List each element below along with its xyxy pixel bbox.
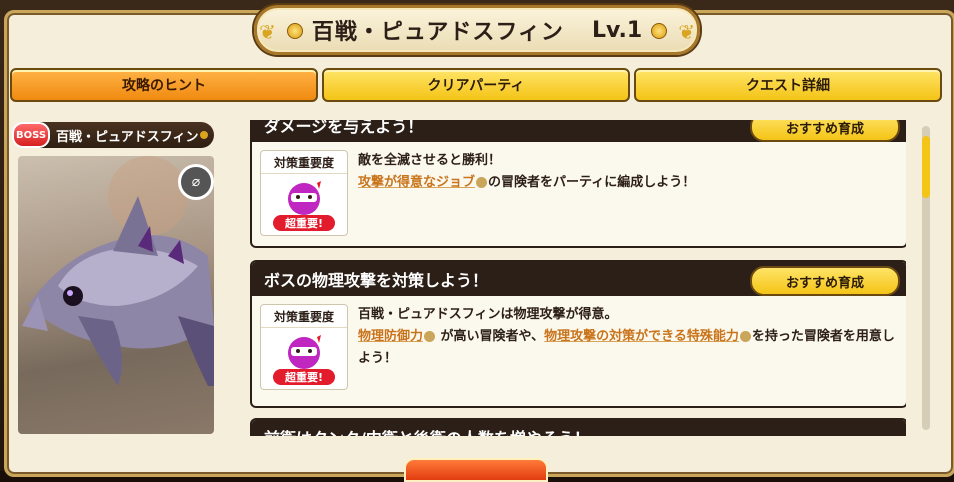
hint-text: 敵を全滅させると勝利！ 攻撃が得意なジョブ の冒険者をパーティに編成しよう！ xyxy=(358,150,896,194)
boss-name: 百戦・ピュアドスフィン xyxy=(56,129,199,145)
hint-line: 敵を全滅させると勝利！ xyxy=(358,153,502,168)
priority-box: 対策重要度 超重要! xyxy=(260,150,348,236)
title-bar: ❦ 百戦・ピュアドスフィン Lv.1 ❦ xyxy=(225,4,729,56)
boss-name-plate: BOSS 百戦・ピュアドスフィン xyxy=(12,122,214,148)
boss-title: 百戦・ピュアドスフィン xyxy=(311,20,564,45)
scrollbar-thumb[interactable] xyxy=(922,136,930,198)
hint-list[interactable]: ダメージを与えよう！ おすすめ育成 対策重要度 超重要! 敵を全滅させると勝利！ xyxy=(250,120,906,436)
shark-boss-illustration xyxy=(22,156,214,386)
hint-card: 前衛はタンク/中衛と後衛の人数を増やそう！ xyxy=(250,418,906,436)
tab-quest-details[interactable]: クエスト詳細 xyxy=(634,68,942,102)
boss-plate-dot-icon xyxy=(200,131,208,139)
hint-card-header: 前衛はタンク/中衛と後衛の人数を増やそう！ xyxy=(252,420,906,436)
hint-card: ダメージを与えよう！ おすすめ育成 対策重要度 超重要! 敵を全滅させると勝利！ xyxy=(250,120,906,248)
info-icon[interactable] xyxy=(424,331,436,342)
hint-card-body: 対策重要度 超重要! 百戦・ピュアドスフィンは物理攻撃が得意。 物理防御力 が高… xyxy=(252,296,906,390)
recommend-training-button[interactable]: おすすめ育成 xyxy=(750,266,900,296)
hint-card-header: ボスの物理攻撃を対策しよう！ おすすめ育成 xyxy=(252,262,906,296)
priority-label: 対策重要度 xyxy=(261,151,347,174)
boss-portrait xyxy=(18,156,214,434)
element-attribute-icon[interactable]: ⌀ xyxy=(178,164,214,200)
priority-label: 対策重要度 xyxy=(261,305,347,328)
gem-right-icon xyxy=(651,23,667,39)
ornament-left-icon: ❦ xyxy=(259,20,276,44)
hint-line: 百戦・ピュアドスフィンは物理攻撃が得意。 xyxy=(358,307,618,322)
priority-tag: 超重要! xyxy=(273,369,335,385)
ninja-priority-icon xyxy=(288,335,321,369)
ornament-right-icon: ❦ xyxy=(678,20,695,44)
hint-card-body: 対策重要度 超重要! 敵を全滅させると勝利！ 攻撃が得意なジョブ の冒険者をパーテ… xyxy=(252,142,906,236)
bottom-action-button[interactable] xyxy=(404,458,548,482)
tab-bar: 攻略のヒント クリアパーティ クエスト詳細 xyxy=(10,68,942,102)
tab-strategy-hints[interactable]: 攻略のヒント xyxy=(10,68,318,102)
tab-clear-party[interactable]: クリアパーティ xyxy=(322,68,630,102)
title-plate: ❦ 百戦・ピュアドスフィン Lv.1 ❦ xyxy=(254,5,700,55)
hint-text: 百戦・ピュアドスフィンは物理攻撃が得意。 物理防御力 が高い冒険者や、物理攻撃の… xyxy=(358,304,896,370)
hint-card: ボスの物理攻撃を対策しよう！ おすすめ育成 対策重要度 超重要! 百戦・ピュアド… xyxy=(250,260,906,408)
hint-heading: ボスの物理攻撃を対策しよう！ xyxy=(264,271,489,290)
keyword-link[interactable]: 物理防御力 xyxy=(358,329,423,344)
keyword-link[interactable]: 攻撃が得意なジョブ xyxy=(358,175,475,190)
hint-line: 物理防御力 が高い冒険者や、物理攻撃の対策ができる特殊能力 を持った冒険者を用意し… xyxy=(358,329,895,366)
hint-heading: 前衛はタンク/中衛と後衛の人数を増やそう！ xyxy=(264,425,590,436)
hint-line: 攻撃が得意なジョブ の冒険者をパーティに編成しよう！ xyxy=(358,175,696,190)
boss-badge: BOSS xyxy=(12,122,50,148)
hint-heading: ダメージを与えよう！ xyxy=(264,120,424,136)
info-icon[interactable] xyxy=(739,331,751,342)
gem-left-icon xyxy=(287,23,303,39)
game-frame: ❦ 百戦・ピュアドスフィン Lv.1 ❦ 攻略のヒント クリアパーティ クエスト… xyxy=(0,0,954,482)
info-icon[interactable] xyxy=(476,177,488,188)
boss-level: Lv.1 xyxy=(591,17,643,43)
ninja-priority-icon xyxy=(288,181,321,215)
priority-tag: 超重要! xyxy=(273,215,335,231)
hint-card-header: ダメージを与えよう！ おすすめ育成 xyxy=(252,120,906,142)
priority-box: 対策重要度 超重要! xyxy=(260,304,348,390)
keyword-link[interactable]: 物理攻撃の対策ができる特殊能力 xyxy=(544,329,739,344)
recommend-training-button[interactable]: おすすめ育成 xyxy=(750,120,900,142)
